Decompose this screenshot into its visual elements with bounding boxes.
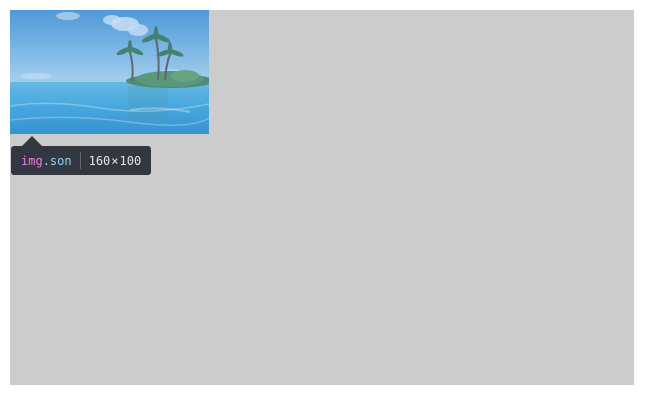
inspector-tooltip: img .son 160×100 bbox=[11, 146, 152, 175]
tooltip-dimensions: 160×100 bbox=[89, 155, 142, 167]
son-image[interactable] bbox=[10, 10, 209, 134]
tooltip-width: 160 bbox=[88, 153, 111, 168]
tooltip-times-sign: × bbox=[111, 153, 119, 168]
tooltip-divider bbox=[79, 152, 81, 169]
tropical-island-photo bbox=[10, 10, 209, 134]
tooltip-arrow bbox=[22, 136, 42, 146]
tooltip-class-name: .son bbox=[42, 153, 72, 168]
tooltip-tag-name: img bbox=[21, 153, 43, 168]
tooltip-height: 100 bbox=[119, 153, 142, 168]
